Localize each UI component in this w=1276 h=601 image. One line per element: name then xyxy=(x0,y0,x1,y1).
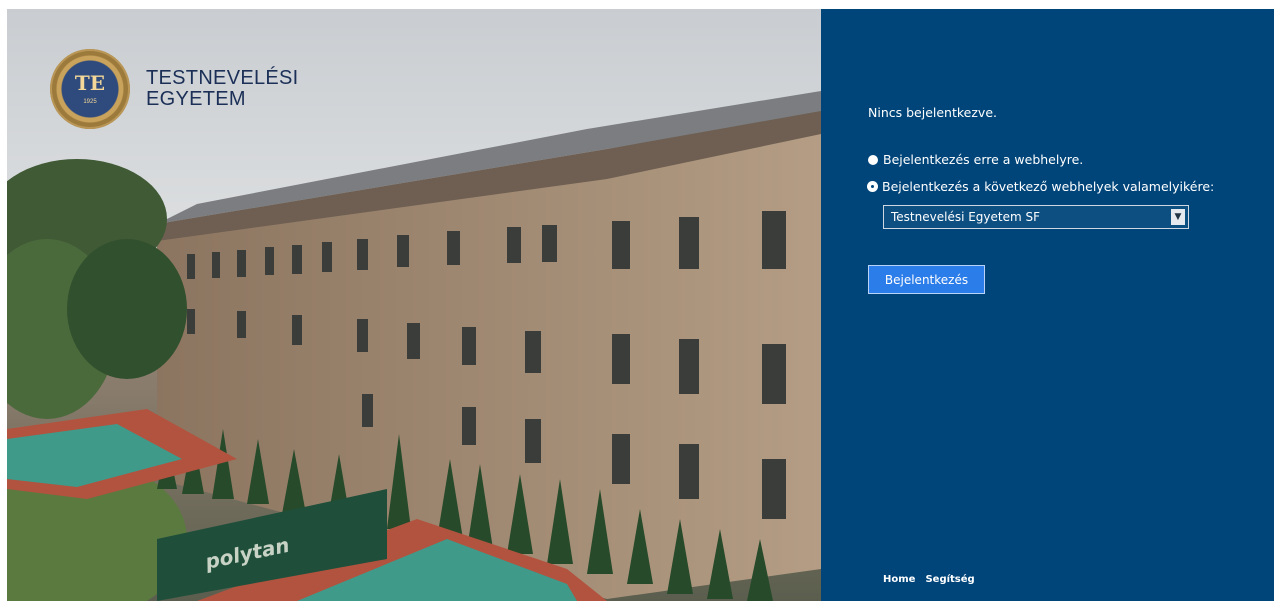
chevron-down-icon[interactable]: ▼ xyxy=(1171,209,1185,225)
seal-year: 1925 xyxy=(83,99,97,105)
option-other-sites[interactable]: Bejelentkezés a következő webhelyek vala… xyxy=(868,179,1214,194)
option-this-site[interactable]: Bejelentkezés erre a webhelyre. xyxy=(868,152,1083,167)
university-name-line2: EGYETEM xyxy=(146,88,246,110)
login-button[interactable]: Bejelentkezés xyxy=(868,265,985,294)
login-status: Nincs bejelentkezve. xyxy=(868,105,997,120)
footer-links: Home Segítség xyxy=(883,574,975,585)
footer-link-home[interactable]: Home xyxy=(883,574,915,585)
campus-photo: polytan TE 1925 TESTNEVELÉSI EGYETEM xyxy=(7,9,821,601)
seal-initials: TE xyxy=(74,71,106,95)
site-select[interactable]: Testnevelési Egyetem SF ▼ xyxy=(883,205,1189,229)
site-select-value: Testnevelési Egyetem SF xyxy=(891,210,1041,224)
university-name: TESTNEVELÉSI EGYETEM xyxy=(146,68,299,110)
login-page: polytan TE 1925 TESTNEVELÉSI EGYETEM Nin… xyxy=(7,9,1274,601)
login-panel: Nincs bejelentkezve. Bejelentkezés erre … xyxy=(821,9,1274,601)
option-this-site-label: Bejelentkezés erre a webhelyre. xyxy=(883,152,1084,167)
footer-link-help[interactable]: Segítség xyxy=(925,574,974,585)
university-seal: TE 1925 xyxy=(50,49,130,129)
university-logo: TE 1925 TESTNEVELÉSI EGYETEM xyxy=(50,49,299,129)
radio-other-sites[interactable] xyxy=(868,182,877,191)
university-name-line1: TESTNEVELÉSI xyxy=(146,67,299,89)
option-other-sites-label: Bejelentkezés a következő webhelyek vala… xyxy=(882,179,1215,194)
radio-this-site[interactable] xyxy=(868,154,878,165)
